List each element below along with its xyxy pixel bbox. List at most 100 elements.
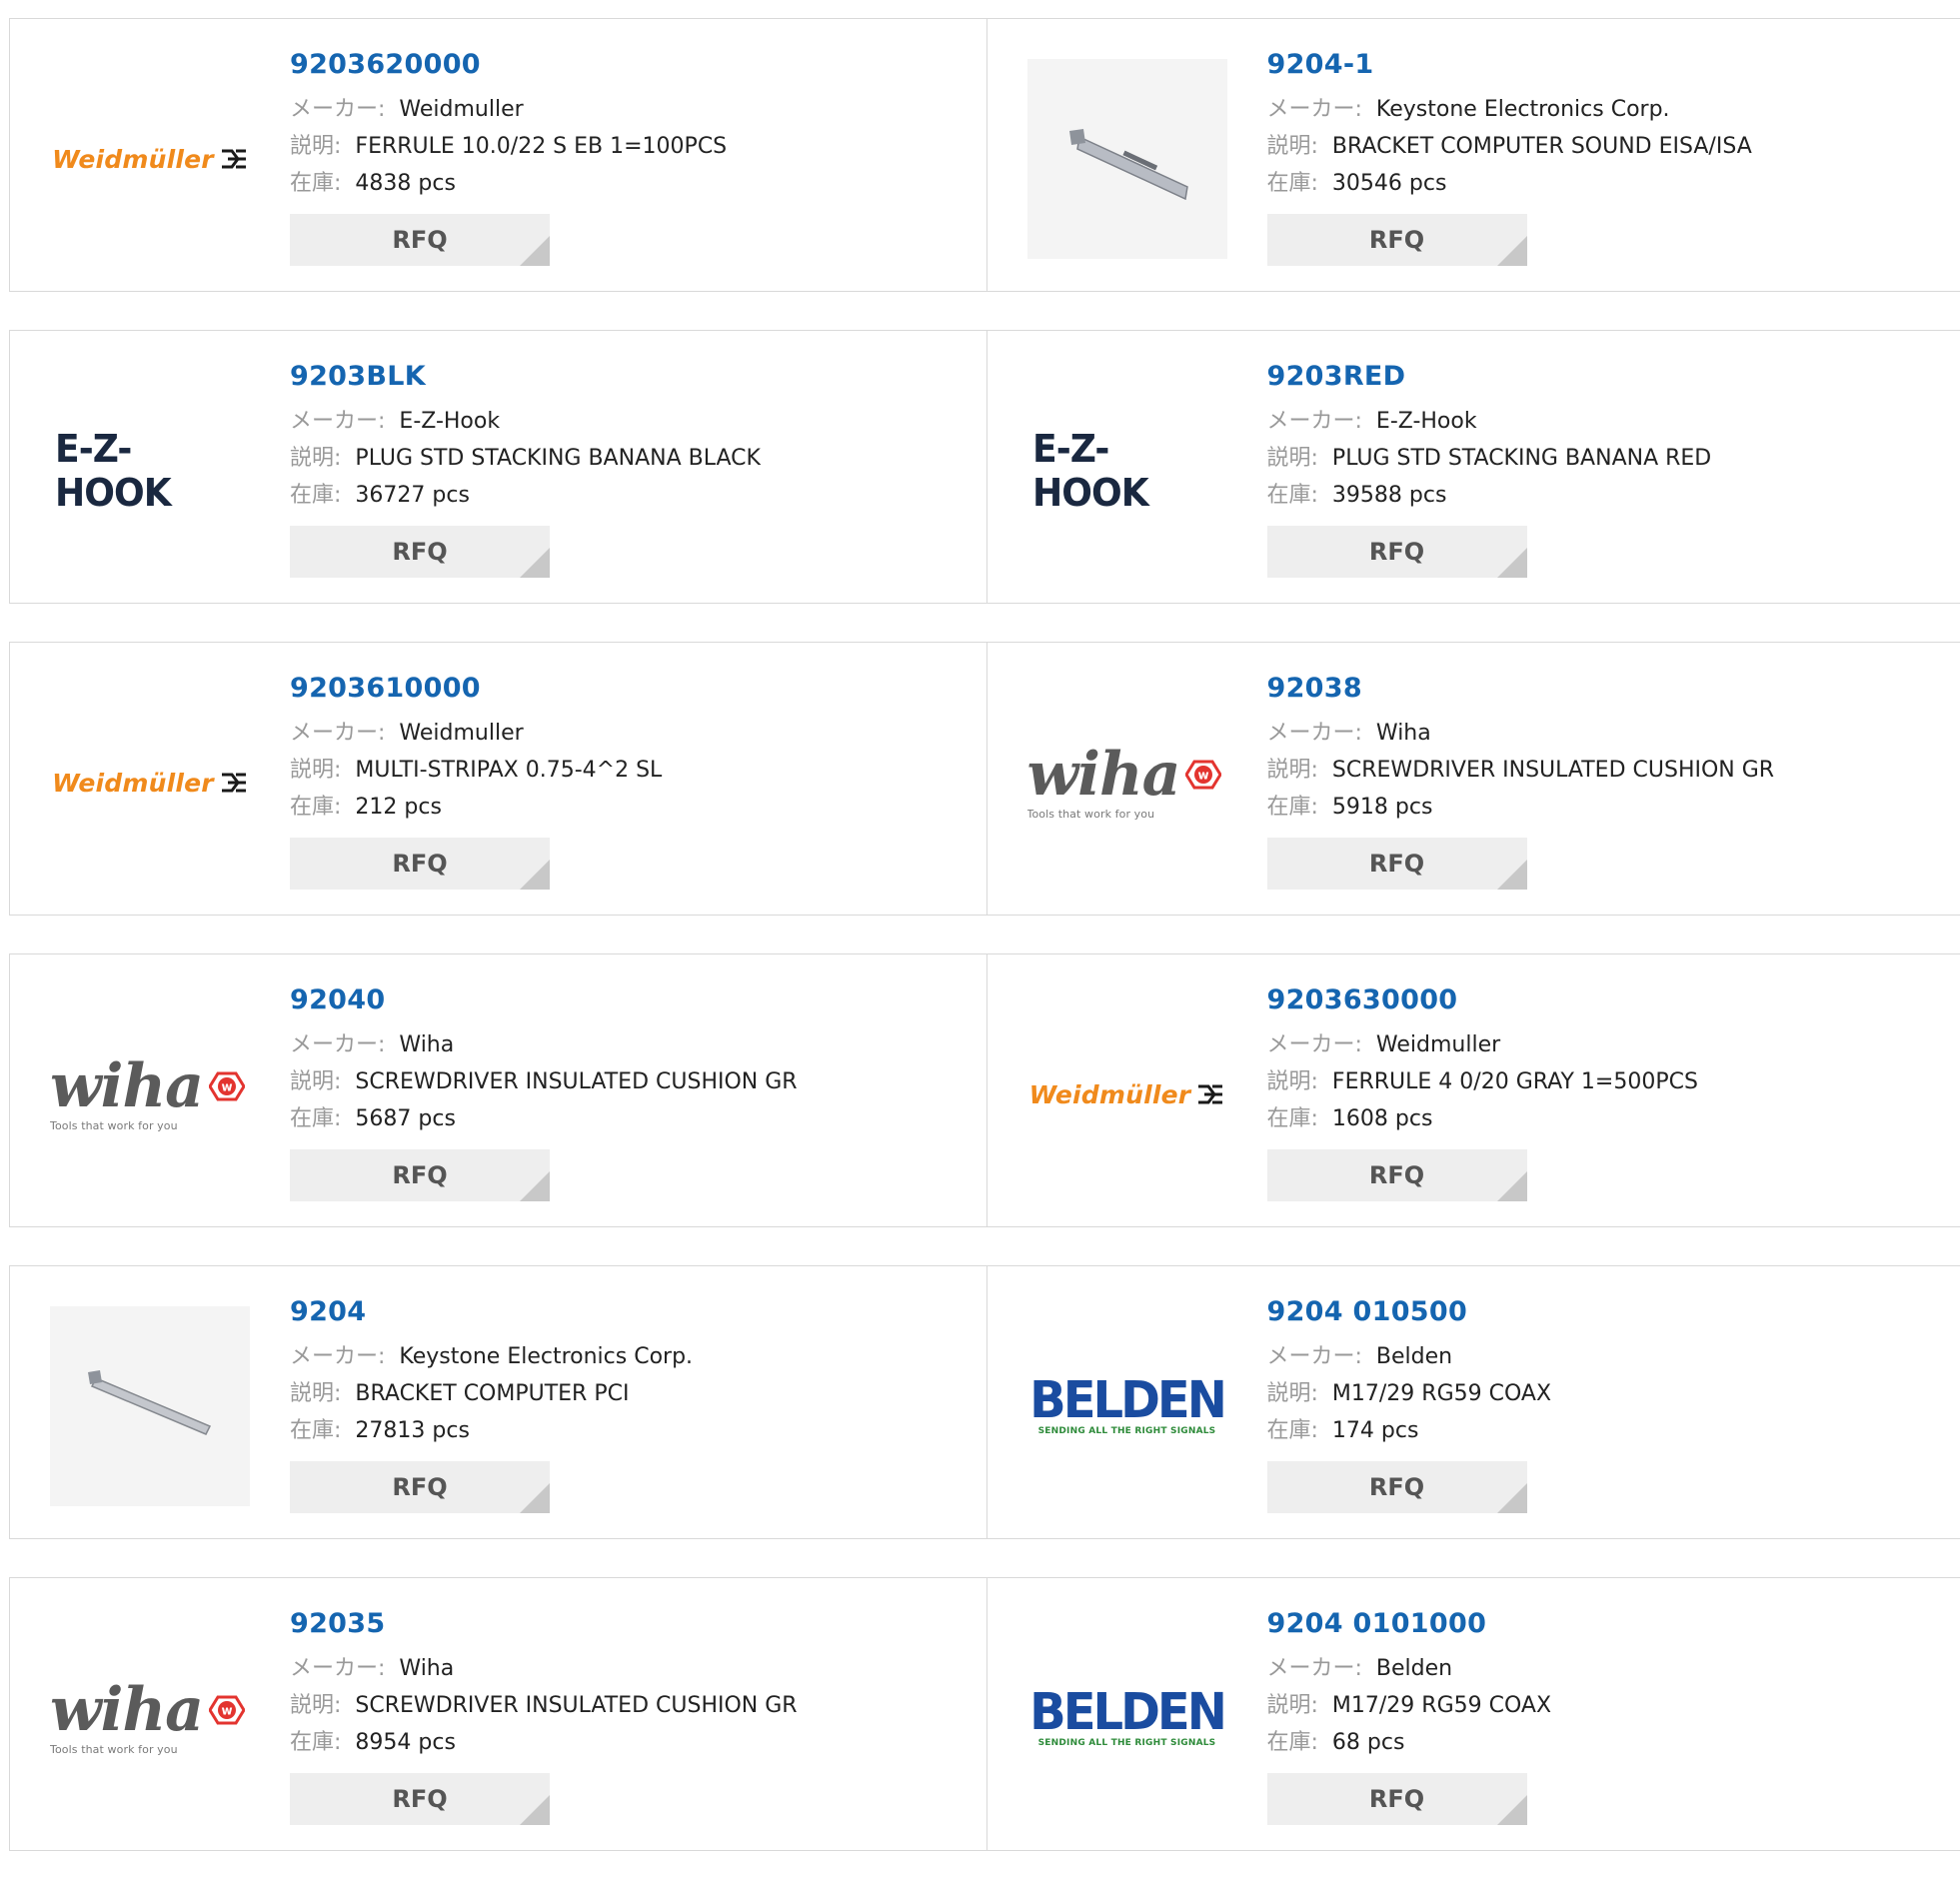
rfq-button[interactable]: RFQ <box>1267 1461 1527 1513</box>
weidmuller-logo: Weidmüller <box>1029 1080 1225 1109</box>
logo-text: Weidmüller <box>1029 1080 1191 1109</box>
part-number-link[interactable]: 9204 010500 <box>1267 1294 1552 1330</box>
stock-value: 68 pcs <box>1332 1730 1405 1755</box>
weidmuller-mark-icon <box>1196 1082 1224 1106</box>
rfq-button[interactable]: RFQ <box>1267 1149 1527 1201</box>
stock-line: 在庫:1608 pcs <box>1267 1100 1698 1137</box>
belden-logo: BELDENSENDING ALL THE RIGHT SIGNALS <box>1029 1376 1224 1436</box>
part-number-link[interactable]: 9204-1 <box>1267 47 1752 83</box>
wiha-hex-icon: w <box>209 1071 245 1101</box>
description-label: 説明: <box>290 1693 341 1718</box>
stock-value: 212 pcs <box>355 795 442 820</box>
stock-value: 174 pcs <box>1332 1418 1419 1443</box>
logo-text: wiha <box>50 1057 203 1115</box>
part-number-link[interactable]: 9203RED <box>1267 359 1712 395</box>
product-info: 9203REDメーカー:E-Z-Hook説明:PLUG STD STACKING… <box>1267 359 1712 578</box>
part-number-link[interactable]: 9203620000 <box>290 47 727 83</box>
manufacturer-logo[interactable]: Weidmüller <box>1027 994 1227 1194</box>
manufacturer-logo[interactable]: Weidmüller <box>50 59 250 259</box>
rfq-button[interactable]: RFQ <box>290 1149 550 1201</box>
rfq-button[interactable]: RFQ <box>290 1461 550 1513</box>
corner-triangle-icon <box>520 1483 550 1513</box>
rfq-button[interactable]: RFQ <box>1267 1773 1527 1825</box>
product-card: E-Z-HOOK 9203BLKメーカー:E-Z-Hook説明:PLUG STD … <box>10 331 986 603</box>
part-number-link[interactable]: 9204 0101000 <box>1267 1606 1552 1642</box>
product-info: 9204 010500メーカー:Belden説明:M17/29 RG59 COA… <box>1267 1294 1552 1513</box>
description-value: PLUG STD STACKING BANANA BLACK <box>355 446 761 471</box>
manufacturer-value: Belden <box>1376 1656 1452 1681</box>
stock-line: 在庫: 212 pcs <box>290 789 662 826</box>
stock-label: 在庫: <box>290 171 341 196</box>
product-row: wihawTools that work for you92040メーカー:Wi… <box>9 953 1960 1227</box>
stock-line: 在庫:36727 pcs <box>290 477 761 514</box>
rfq-button[interactable]: RFQ <box>290 526 550 578</box>
stock-value: 30546 pcs <box>1332 171 1447 196</box>
part-number-link[interactable]: 92035 <box>290 1606 798 1642</box>
part-number-link[interactable]: 9203BLK <box>290 359 761 395</box>
manufacturer-logo[interactable]: Weidmüller <box>50 683 250 883</box>
manufacturer-line: メーカー:Keystone Electronics Corp. <box>290 1338 693 1375</box>
manufacturer-logo[interactable]: wihawTools that work for you <box>1027 683 1227 883</box>
logo-text: wiha <box>1027 746 1180 804</box>
stock-label: 在庫: <box>1267 171 1318 196</box>
description-value: SCREWDRIVER INSULATED CUSHION GR <box>355 1693 797 1718</box>
rfq-button[interactable]: RFQ <box>1267 526 1527 578</box>
stock-label: 在庫: <box>290 795 341 820</box>
rfq-label: RFQ <box>392 850 447 878</box>
product-info: 9203610000メーカー:Weidmuller説明:MULTI-STRIPA… <box>290 671 662 890</box>
manufacturer-logo[interactable]: wihawTools that work for you <box>50 1618 250 1818</box>
manufacturer-logo[interactable]: E-Z-HOOK <box>50 371 250 571</box>
product-info: 9203630000メーカー:Weidmuller説明:FERRULE 4 0/… <box>1267 982 1698 1201</box>
rfq-button[interactable]: RFQ <box>290 214 550 266</box>
manufacturer-value: Weidmuller <box>399 97 523 122</box>
product-info: 9203BLKメーカー:E-Z-Hook説明:PLUG STD STACKING… <box>290 359 761 578</box>
manufacturer-logo[interactable]: wihawTools that work for you <box>50 994 250 1194</box>
rfq-button[interactable]: RFQ <box>290 1773 550 1825</box>
product-photo <box>1027 59 1227 259</box>
corner-triangle-icon <box>1497 1171 1527 1201</box>
manufacturer-logo[interactable]: E-Z-HOOK <box>1027 371 1227 571</box>
manufacturer-logo[interactable] <box>1027 59 1227 259</box>
corner-triangle-icon <box>520 548 550 578</box>
rfq-button[interactable]: RFQ <box>1267 838 1527 890</box>
weidmuller-logo: Weidmüller <box>52 145 248 174</box>
wiha-logo: wihawTools that work for you <box>1027 746 1227 821</box>
product-card: wihawTools that work for you92040メーカー:Wi… <box>10 954 986 1226</box>
corner-triangle-icon <box>1497 1483 1527 1513</box>
manufacturer-logo[interactable] <box>50 1306 250 1506</box>
rfq-button[interactable]: RFQ <box>290 838 550 890</box>
description-label: 説明: <box>290 758 341 783</box>
rfq-label: RFQ <box>1369 850 1424 878</box>
manufacturer-logo[interactable]: BELDENSENDING ALL THE RIGHT SIGNALS <box>1027 1618 1227 1818</box>
product-info: 92040メーカー:Wiha説明:SCREWDRIVER INSULATED C… <box>290 982 798 1201</box>
logo-text: BELDEN <box>1029 1375 1224 1425</box>
stock-line: 在庫:39588 pcs <box>1267 477 1712 514</box>
stock-label: 在庫: <box>1267 1418 1318 1443</box>
description-value: SCREWDRIVER INSULATED CUSHION GR <box>1332 758 1774 783</box>
logo-text: Weidmüller <box>52 145 214 174</box>
manufacturer-logo[interactable]: BELDENSENDING ALL THE RIGHT SIGNALS <box>1027 1306 1227 1506</box>
rfq-button[interactable]: RFQ <box>1267 214 1527 266</box>
part-number-link[interactable]: 9204 <box>290 1294 693 1330</box>
manufacturer-label: メーカー: <box>290 1344 385 1369</box>
description-line: 説明: SCREWDRIVER INSULATED CUSHION GR <box>290 1687 798 1724</box>
stock-line: 在庫:27813 pcs <box>290 1412 693 1449</box>
manufacturer-line: メーカー:Weidmuller <box>290 91 727 128</box>
stock-label: 在庫: <box>1267 795 1318 820</box>
product-photo <box>50 1306 250 1506</box>
product-card: Weidmüller9203620000メーカー:Weidmuller説明:FE… <box>10 19 986 291</box>
logo-text: wiha <box>50 1681 203 1739</box>
manufacturer-label: メーカー: <box>1267 97 1362 122</box>
manufacturer-value: E-Z-Hook <box>399 409 500 434</box>
part-number-link[interactable]: 92038 <box>1267 671 1775 707</box>
weidmuller-mark-icon <box>220 771 248 795</box>
part-number-link[interactable]: 92040 <box>290 982 798 1018</box>
part-number-link[interactable]: 9203630000 <box>1267 982 1698 1018</box>
part-number-link[interactable]: 9203610000 <box>290 671 662 707</box>
manufacturer-value: Weidmuller <box>1376 1032 1500 1057</box>
wiha-hex-icon: w <box>209 1695 245 1725</box>
rfq-label: RFQ <box>392 1161 447 1189</box>
manufacturer-value: Keystone Electronics Corp. <box>1376 97 1670 122</box>
product-card: Weidmüller 9203630000メーカー:Weidmuller説明:FE… <box>986 954 1960 1226</box>
ezhook-logo: E-Z-HOOK <box>55 427 245 515</box>
